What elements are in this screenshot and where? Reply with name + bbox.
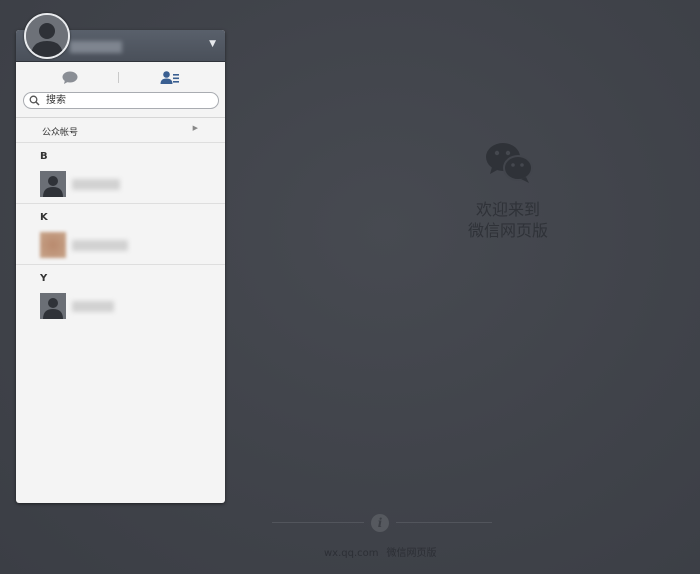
welcome-line-1: 欢迎来到	[475, 200, 540, 219]
welcome-line-2: 微信网页版	[467, 221, 548, 240]
avatar	[40, 171, 66, 197]
person-silhouette-icon	[40, 171, 66, 197]
public-accounts-label: 公众帐号	[42, 128, 79, 138]
contact-group-y: Y	[16, 265, 225, 325]
contacts-icon	[160, 71, 179, 84]
list-item[interactable]	[40, 293, 210, 319]
welcome-message: 欢迎来到 微信网页版	[448, 199, 568, 241]
group-letter: B	[40, 151, 48, 162]
footer-divider-right	[396, 522, 492, 523]
contact-list: 公众帐号 ▶ B K Y	[16, 117, 225, 325]
footer-links: wx.qq.com 微信网页版	[324, 544, 437, 559]
info-icon[interactable]: i	[371, 514, 389, 532]
search-icon	[29, 95, 40, 106]
avatar	[40, 232, 66, 258]
avatar	[40, 293, 66, 319]
contact-name-redacted	[72, 301, 114, 312]
sidebar-tabs	[16, 62, 225, 92]
group-letter: K	[40, 212, 48, 223]
person-silhouette-icon	[40, 293, 66, 319]
person-silhouette-icon	[26, 15, 68, 57]
sidebar-panel: ▼ 搜索 公众帐号 ▶ B K Y	[16, 30, 225, 503]
list-item[interactable]	[40, 232, 210, 258]
list-item[interactable]	[40, 171, 210, 197]
contact-group-k: K	[16, 204, 225, 265]
contact-group-b: B	[16, 143, 225, 204]
username-redacted	[70, 41, 122, 53]
my-avatar[interactable]	[24, 13, 70, 59]
app-window: ▼ 搜索 公众帐号 ▶ B K Y 欢迎来到 微信网页版 i wx.qq.com…	[0, 0, 700, 574]
contact-name-redacted	[72, 240, 128, 251]
search-box[interactable]	[23, 92, 219, 109]
tab-divider	[118, 72, 119, 83]
chevron-down-icon[interactable]: ▼	[209, 39, 216, 49]
search-input[interactable]	[46, 93, 211, 108]
tab-chat[interactable]	[60, 69, 80, 87]
tab-contacts[interactable]	[160, 69, 180, 87]
chat-bubble-icon	[62, 71, 78, 84]
contact-name-redacted	[72, 179, 120, 190]
footer-link-domain[interactable]: wx.qq.com	[324, 548, 379, 559]
footer-link-webwechat[interactable]: 微信网页版	[387, 548, 437, 559]
wechat-logo-icon	[486, 143, 533, 183]
group-letter: Y	[40, 273, 48, 284]
public-accounts-row[interactable]: 公众帐号 ▶	[16, 118, 225, 143]
footer-divider-left	[272, 522, 364, 523]
chevron-right-icon: ▶	[192, 124, 198, 132]
